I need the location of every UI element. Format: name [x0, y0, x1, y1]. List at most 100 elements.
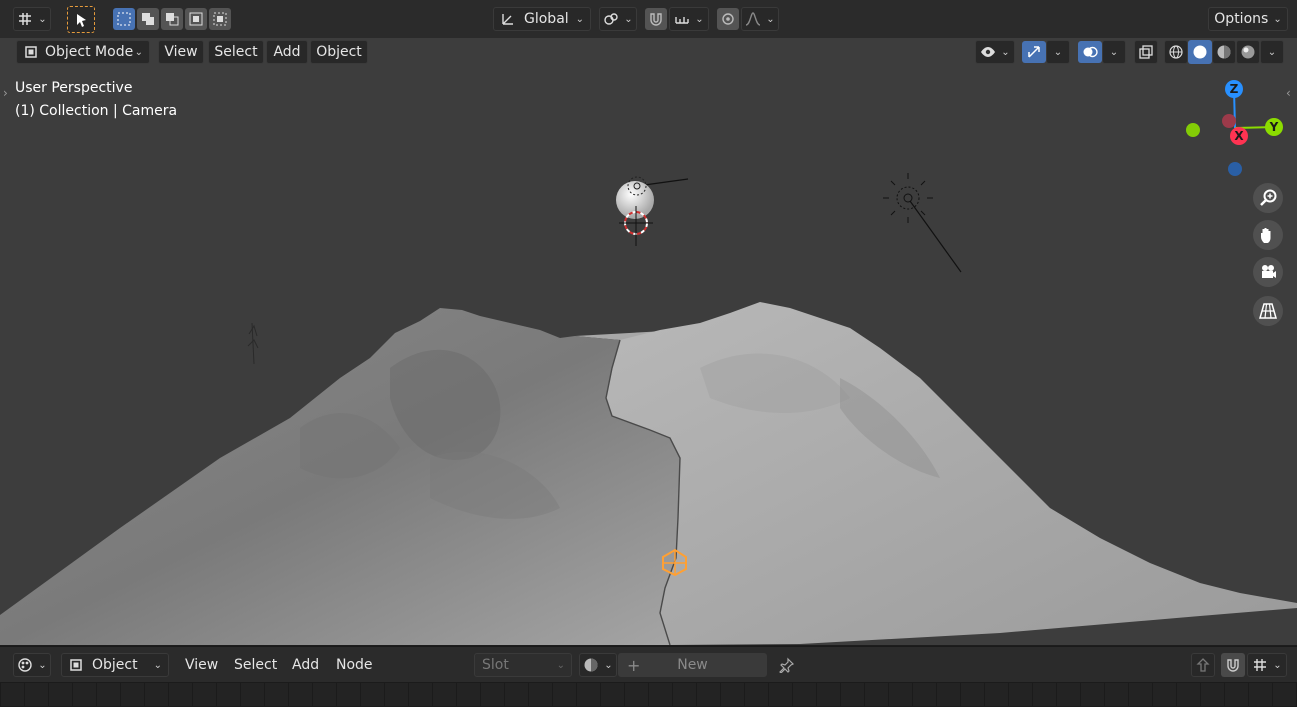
menu-view[interactable]: View	[177, 653, 226, 677]
select-subtract-icon	[166, 13, 179, 26]
browse-material-button[interactable]: ⌄	[579, 653, 617, 677]
object-mode-icon	[25, 46, 37, 58]
snap-toggle-button[interactable]	[1221, 653, 1245, 677]
proportional-falloff-dropdown[interactable]: ⌄	[741, 7, 779, 31]
pin-icon	[779, 657, 795, 673]
pivot-point-dropdown[interactable]: ⌄	[599, 7, 637, 31]
object-mode-label: Object Mode	[45, 44, 134, 60]
slot-label: Slot	[482, 657, 509, 673]
menu-view[interactable]: View	[158, 40, 204, 64]
object-mode-dropdown[interactable]: Object Mode ⌄	[16, 40, 150, 64]
axis-neg-x-ball[interactable]	[1222, 114, 1236, 128]
pivot-link-icon	[604, 13, 618, 25]
axis-y-ball[interactable]: Y	[1265, 118, 1283, 136]
axis-z-ball[interactable]: Z	[1225, 80, 1243, 98]
overlays-dropdown[interactable]: ⌄	[1102, 40, 1126, 64]
chevron-down-icon: ⌄	[575, 13, 584, 25]
object-mode-icon	[70, 659, 82, 671]
gizmo-dropdown[interactable]: ⌄	[1046, 40, 1070, 64]
select-intersect-button[interactable]	[209, 8, 231, 30]
shading-solid-button[interactable]	[1188, 40, 1212, 64]
shading-dropdown[interactable]: ⌄	[1260, 40, 1284, 64]
gizmo-toggle-button[interactable]	[1022, 41, 1046, 63]
menu-object[interactable]: Object	[310, 40, 368, 64]
menu-add[interactable]: Add	[284, 653, 327, 677]
axis-neg-y-ball[interactable]	[1186, 123, 1200, 137]
shading-wireframe-button[interactable]	[1164, 40, 1188, 64]
shading-rendered-button[interactable]	[1236, 40, 1260, 64]
chevron-down-icon: ⌄	[556, 659, 565, 671]
snap-toggle-button[interactable]	[645, 8, 667, 30]
proportional-circle-icon	[722, 13, 734, 25]
proportional-edit-button[interactable]	[717, 8, 739, 30]
options-dropdown[interactable]: Options ⌄	[1208, 7, 1288, 31]
chevron-down-icon: ⌄	[134, 46, 143, 58]
material-sphere-icon	[584, 658, 598, 672]
shader-type-dropdown[interactable]: Object ⌄	[61, 653, 169, 677]
toolbar-expand-arrow[interactable]: ›	[3, 86, 8, 100]
snap-element-dropdown[interactable]: ⌄	[1247, 653, 1287, 677]
magnet-icon	[1227, 659, 1239, 672]
chevron-down-icon: ⌄	[1001, 46, 1010, 58]
shader-editor-header: ⌄ Object ⌄ View Select Add Node Slot ⌄ ⌄…	[0, 646, 1297, 683]
chevron-down-icon: ⌄	[695, 13, 704, 25]
select-subtract-button[interactable]	[161, 8, 183, 30]
overlay-circles-icon	[1083, 46, 1098, 58]
navigation-gizmo[interactable]: Z Y X	[1180, 78, 1290, 178]
snap-target-dropdown[interactable]: ⌄	[669, 7, 709, 31]
xray-toggle-button[interactable]	[1134, 40, 1158, 64]
select-intersect-icon	[213, 12, 227, 26]
rendered-sphere-icon	[1241, 45, 1255, 59]
shading-material-button[interactable]	[1212, 40, 1236, 64]
select-extend-button[interactable]	[137, 8, 159, 30]
transform-orientation-dropdown[interactable]: Global ⌄	[493, 7, 591, 31]
menu-select[interactable]: Select	[226, 653, 285, 677]
perspective-toggle-button[interactable]	[1253, 296, 1283, 326]
select-tool-button[interactable]	[67, 6, 95, 33]
xray-icon	[1139, 45, 1153, 59]
pin-button[interactable]	[775, 653, 799, 677]
camera-icon	[1262, 265, 1276, 278]
terrain-mesh[interactable]	[0, 302, 1297, 645]
material-slot-dropdown[interactable]: Slot ⌄	[474, 653, 572, 677]
cursor-arrow-icon	[77, 13, 86, 27]
editor-type-button[interactable]: ⌄	[13, 653, 51, 677]
select-invert-button[interactable]	[185, 8, 207, 30]
chevron-down-icon: ⌄	[1273, 659, 1282, 671]
menu-select[interactable]: Select	[208, 40, 264, 64]
axis-x-ball[interactable]: X	[1230, 127, 1248, 145]
magnet-icon	[650, 13, 662, 26]
chevron-down-icon: ⌄	[766, 13, 775, 25]
new-material-button[interactable]: + New	[618, 653, 767, 677]
select-invert-icon	[189, 12, 203, 26]
orientation-axes-icon	[502, 14, 513, 25]
grid-snap-icon	[1254, 659, 1267, 671]
overlays-toggle-button[interactable]	[1078, 41, 1102, 63]
chevron-down-icon: ⌄	[1273, 13, 1282, 25]
light-object[interactable]	[883, 173, 962, 273]
zoom-button[interactable]	[1253, 183, 1283, 213]
sun-light-object[interactable]	[616, 176, 689, 219]
pan-button[interactable]	[1253, 220, 1283, 250]
grid-perspective-icon	[1259, 303, 1277, 319]
chevron-down-icon: ⌄	[624, 13, 633, 25]
camera-view-button[interactable]	[1253, 257, 1283, 287]
axis-neg-z-ball[interactable]	[1228, 162, 1242, 176]
tool-header: ⌄ Global ⌄ ⌄ ⌄ ⌄ Options ⌄	[0, 0, 1297, 39]
editor-type-button[interactable]: ⌄	[13, 7, 51, 31]
select-box-new-icon	[117, 12, 131, 26]
options-label: Options	[1214, 11, 1269, 27]
menu-node[interactable]: Node	[328, 653, 381, 677]
empty-object[interactable]	[247, 322, 259, 365]
3d-viewport[interactable]: Object Mode ⌄ View Select Add Object ⌄ ⌄…	[0, 38, 1297, 645]
shader-type-label: Object	[92, 657, 138, 673]
gizmo-arrows-icon	[1028, 46, 1040, 58]
menu-add[interactable]: Add	[266, 40, 308, 64]
node-editor-icon	[18, 658, 32, 672]
select-new-button[interactable]	[113, 8, 135, 30]
visibility-dropdown[interactable]: ⌄	[975, 40, 1015, 64]
arrow-up-icon	[1196, 658, 1210, 672]
parent-tree-button[interactable]	[1191, 653, 1215, 677]
node-editor-canvas[interactable]	[0, 682, 1297, 707]
chevron-down-icon: ⌄	[1053, 46, 1063, 58]
